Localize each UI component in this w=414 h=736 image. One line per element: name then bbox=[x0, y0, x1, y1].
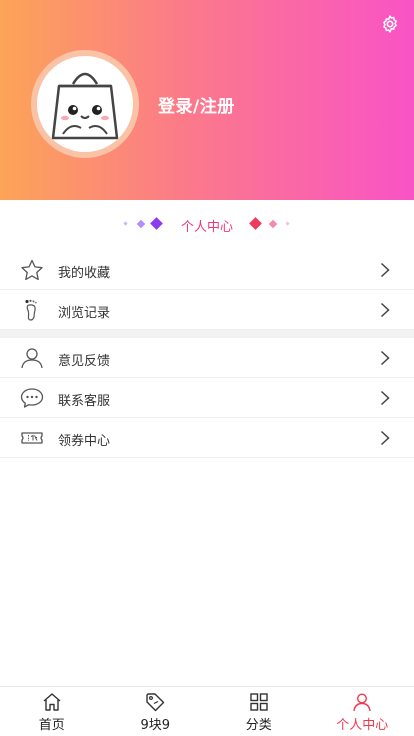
login-register-link[interactable]: 登录/注册 bbox=[158, 92, 235, 117]
menu-item-label: 意见反馈 bbox=[58, 354, 111, 369]
chevron-right-icon bbox=[380, 302, 390, 318]
menu-item-label: 联系客服 bbox=[58, 394, 111, 409]
section-divider bbox=[0, 330, 414, 338]
menu-item-label: 领券中心 bbox=[58, 434, 111, 449]
footprint-icon bbox=[25, 299, 37, 321]
menu-item-label: 浏览记录 bbox=[58, 306, 111, 321]
profile-header: 登录/注册 bbox=[0, 0, 414, 200]
profile-page: 登录/注册 个人中心 我的收藏 浏览记录 意见反馈 联系客服 领券中心 首页 9… bbox=[0, 0, 414, 736]
bottom-tab-bar: 首页 9块9 分类 个人中心 bbox=[0, 686, 414, 736]
star-icon bbox=[21, 259, 43, 281]
tab-label: 个人中心 bbox=[336, 718, 389, 733]
menu-item-label: 我的收藏 bbox=[58, 266, 111, 281]
menu-item-coupons[interactable]: 领券中心 bbox=[0, 418, 414, 458]
person-icon bbox=[353, 693, 371, 712]
section-title: 个人中心 bbox=[180, 220, 233, 235]
chevron-right-icon bbox=[380, 350, 390, 366]
coupon-icon bbox=[21, 432, 43, 444]
tab-profile[interactable]: 个人中心 bbox=[311, 687, 414, 736]
chat-icon bbox=[20, 388, 44, 408]
chevron-right-icon bbox=[380, 390, 390, 406]
menu-item-history[interactable]: 浏览记录 bbox=[0, 290, 414, 330]
tab-home[interactable]: 首页 bbox=[0, 687, 104, 736]
section-heading: 个人中心 bbox=[0, 212, 414, 238]
grid-icon bbox=[250, 693, 268, 711]
menu-item-feedback[interactable]: 意见反馈 bbox=[0, 338, 414, 378]
tab-label: 首页 bbox=[38, 718, 65, 733]
chevron-right-icon bbox=[380, 262, 390, 278]
avatar[interactable] bbox=[31, 50, 139, 158]
shopping-bag-mascot-icon bbox=[37, 56, 133, 152]
tab-9-9[interactable]: 9块9 bbox=[104, 687, 208, 736]
tab-category[interactable]: 分类 bbox=[207, 687, 311, 736]
menu-item-customer-service[interactable]: 联系客服 bbox=[0, 378, 414, 418]
menu-list: 我的收藏 浏览记录 意见反馈 联系客服 领券中心 bbox=[0, 250, 414, 458]
menu-item-favorites[interactable]: 我的收藏 bbox=[0, 250, 414, 290]
tab-label: 分类 bbox=[245, 718, 272, 733]
tag-icon bbox=[146, 693, 165, 712]
home-icon bbox=[43, 693, 61, 711]
tab-label: 9块9 bbox=[140, 718, 171, 733]
gear-icon[interactable] bbox=[380, 14, 400, 34]
user-icon bbox=[21, 348, 43, 369]
chevron-right-icon bbox=[380, 430, 390, 446]
